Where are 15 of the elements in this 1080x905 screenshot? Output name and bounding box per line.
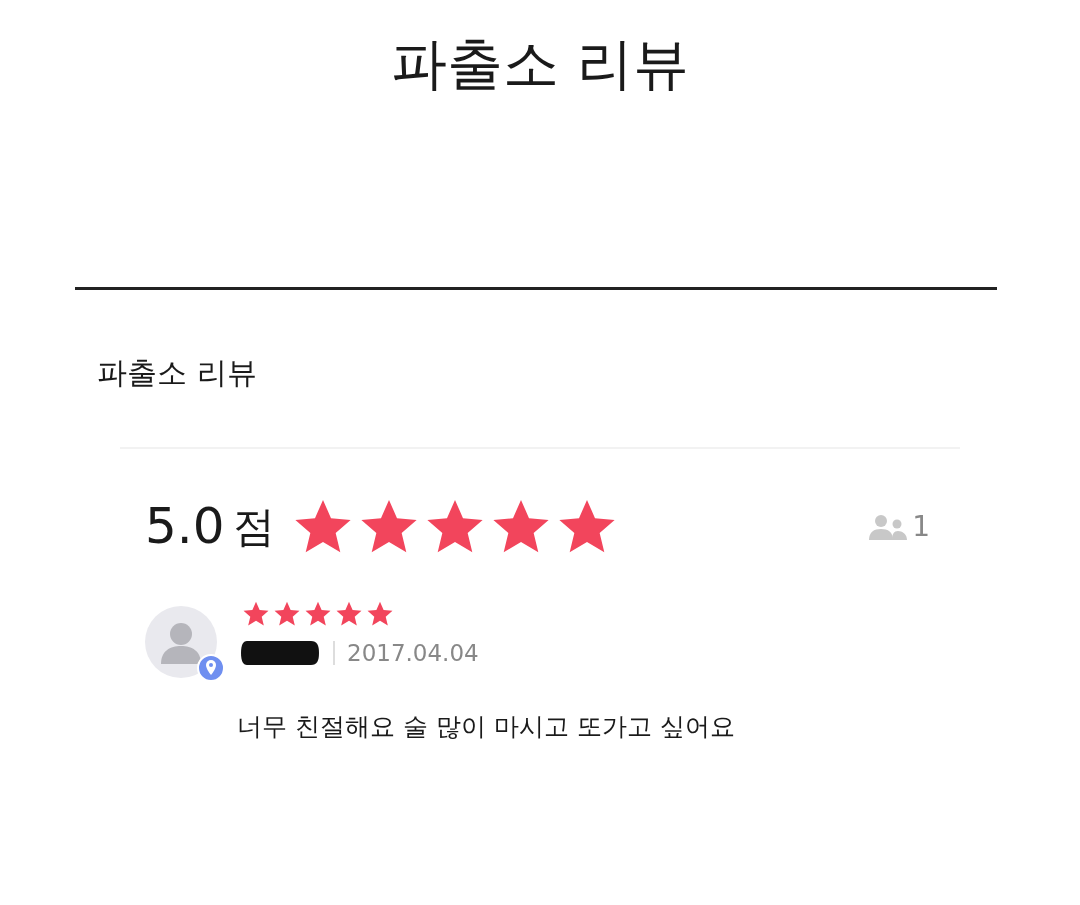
star-icon — [303, 600, 333, 628]
review-text: 너무 친절해요 술 많이 마시고 또가고 싶어요 — [237, 711, 736, 743]
section-title: 파출소 리뷰 — [97, 355, 257, 390]
people-icon — [868, 513, 909, 540]
star-icon — [365, 600, 395, 628]
page-title: 파출소 리뷰 — [391, 31, 689, 96]
star-icon — [272, 600, 302, 628]
reviewer-count: 1 — [912, 508, 930, 545]
rating-unit: 점 — [232, 501, 275, 553]
avatar — [145, 606, 217, 678]
review-date: 2017.04.04 — [347, 639, 479, 668]
location-pin-icon — [197, 654, 225, 682]
star-icon — [334, 600, 364, 628]
rating-score: 5.0 — [145, 496, 225, 557]
star-icon — [241, 600, 271, 628]
